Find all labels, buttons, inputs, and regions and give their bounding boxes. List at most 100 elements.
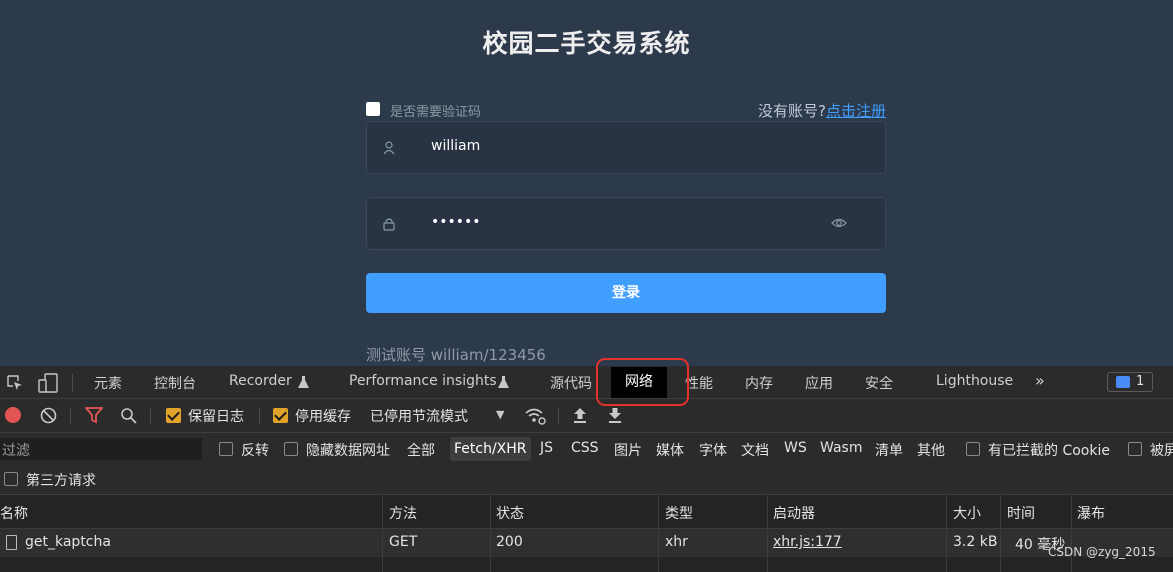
captcha-row: 是否需要验证码 没有账号?点击注册 — [366, 100, 886, 120]
filter-placeholder: 过滤 — [2, 443, 30, 459]
disable-cache-checkbox[interactable] — [273, 408, 288, 423]
third-party-checkbox[interactable] — [4, 472, 18, 486]
separator — [558, 407, 559, 425]
user-icon — [383, 141, 395, 155]
hide-data-urls-label: 隐藏数据网址 — [306, 443, 390, 459]
filter-icon[interactable] — [85, 407, 103, 424]
disable-cache-label: 停用缓存 — [295, 409, 351, 425]
register-prompt: 没有账号?点击注册 — [758, 100, 886, 121]
request-name[interactable]: get_kaptcha — [25, 534, 111, 550]
tab-performance[interactable]: 性能 — [685, 373, 713, 393]
column-header-status[interactable]: 状态 — [496, 503, 524, 523]
register-link[interactable]: 点击注册 — [826, 102, 886, 120]
document-icon — [6, 535, 17, 550]
column-divider[interactable] — [767, 495, 768, 572]
request-initiator-link[interactable]: xhr.js:177 — [773, 534, 842, 550]
issues-badge[interactable]: 1 — [1107, 372, 1153, 392]
separator — [150, 407, 151, 425]
column-header-initiator[interactable]: 启动器 — [773, 503, 815, 523]
tab-memory[interactable]: 内存 — [745, 373, 773, 393]
search-icon[interactable] — [120, 407, 138, 425]
blocked-requests-checkbox[interactable] — [1128, 442, 1142, 456]
tab-console[interactable]: 控制台 — [154, 373, 196, 393]
chevron-down-icon[interactable]: ▼ — [496, 408, 504, 421]
flask-icon — [298, 376, 309, 388]
filter-type-other[interactable]: 其他 — [917, 440, 945, 460]
table-row[interactable]: get_kaptcha GET 200 xhr xhr.js:177 3.2 k… — [0, 529, 1173, 557]
column-header-waterfall[interactable]: 瀑布 — [1077, 503, 1105, 523]
watermark: CSDN @zyg_2015 — [1048, 545, 1156, 559]
record-icon[interactable] — [5, 407, 21, 423]
network-tab-highlight — [596, 358, 689, 406]
filter-type-img[interactable]: 图片 — [614, 440, 642, 460]
flask-icon — [498, 376, 509, 388]
tab-sources[interactable]: 源代码 — [550, 373, 592, 393]
column-divider[interactable] — [946, 495, 947, 572]
column-divider[interactable] — [490, 495, 491, 572]
network-toolbar: 保留日志 停用缓存 已停用节流模式 ▼ — [0, 399, 1173, 433]
login-page: 校园二手交易系统 是否需要验证码 没有账号?点击注册 william •••••… — [0, 0, 1173, 366]
column-header-type[interactable]: 类型 — [665, 503, 693, 523]
no-account-text: 没有账号? — [758, 102, 826, 120]
page-title: 校园二手交易系统 — [482, 29, 691, 58]
preserve-log-checkbox[interactable] — [166, 408, 181, 423]
tab-recorder[interactable]: Recorder — [229, 373, 292, 389]
clear-icon[interactable] — [40, 407, 57, 424]
column-header-method[interactable]: 方法 — [389, 503, 417, 523]
request-table: 名称 方法 状态 类型 启动器 大小 时间 瀑布 get_kaptcha GET… — [0, 495, 1173, 572]
filter-type-fetch-xhr[interactable]: Fetch/XHR — [450, 437, 531, 461]
separator — [70, 407, 71, 425]
password-field[interactable]: •••••• — [366, 197, 886, 250]
column-header-time[interactable]: 时间 — [1007, 503, 1035, 523]
hide-data-urls-checkbox[interactable] — [284, 442, 298, 456]
throttling-select[interactable]: 已停用节流模式 — [370, 406, 468, 426]
test-account-hint: 测试账号 william/123456 — [366, 346, 546, 364]
request-type: xhr — [665, 534, 688, 550]
login-button[interactable]: 登录 — [366, 273, 886, 313]
filter-type-all[interactable]: 全部 — [407, 440, 435, 460]
inspect-element-icon[interactable] — [5, 373, 25, 393]
filter-type-css[interactable]: CSS — [571, 440, 599, 456]
filter-input[interactable]: 过滤 — [0, 438, 202, 460]
network-conditions-icon[interactable] — [524, 407, 546, 425]
table-header: 名称 方法 状态 类型 启动器 大小 时间 瀑布 — [0, 495, 1173, 529]
download-icon[interactable] — [608, 407, 622, 424]
captcha-checkbox[interactable] — [366, 102, 380, 116]
third-party-row: 第三方请求 — [0, 466, 1173, 495]
column-divider[interactable] — [1071, 495, 1072, 572]
tab-security[interactable]: 安全 — [865, 373, 893, 393]
column-divider[interactable] — [382, 495, 383, 572]
column-divider[interactable] — [1000, 495, 1001, 572]
blocked-cookies-checkbox[interactable] — [966, 442, 980, 456]
filter-type-doc[interactable]: 文档 — [741, 440, 769, 460]
third-party-label: 第三方请求 — [26, 473, 96, 489]
tab-lighthouse[interactable]: Lighthouse — [936, 373, 1013, 389]
request-status: 200 — [496, 534, 523, 550]
device-toolbar-icon[interactable] — [37, 372, 59, 394]
filter-type-manifest[interactable]: 清单 — [875, 440, 903, 460]
tab-performance-insights[interactable]: Performance insights — [349, 373, 497, 389]
column-header-name[interactable]: 名称 — [0, 503, 28, 523]
filter-type-media[interactable]: 媒体 — [656, 440, 684, 460]
invert-checkbox[interactable] — [219, 442, 233, 456]
issues-count: 1 — [1136, 374, 1145, 389]
tab-elements[interactable]: 元素 — [94, 373, 122, 393]
filter-type-js[interactable]: JS — [540, 440, 553, 456]
separator — [72, 374, 73, 392]
filter-type-wasm[interactable]: Wasm — [820, 440, 862, 456]
username-field[interactable]: william — [366, 121, 886, 174]
captcha-label: 是否需要验证码 — [390, 105, 482, 120]
column-divider[interactable] — [658, 495, 659, 572]
filter-type-font[interactable]: 字体 — [699, 440, 727, 460]
filter-type-ws[interactable]: WS — [784, 440, 807, 456]
column-header-size[interactable]: 大小 — [953, 503, 981, 523]
tab-application[interactable]: 应用 — [805, 373, 833, 393]
message-icon — [1116, 376, 1130, 388]
more-tabs-icon[interactable]: » — [1035, 371, 1045, 390]
password-value: •••••• — [431, 214, 481, 230]
separator — [259, 407, 260, 425]
upload-icon[interactable] — [573, 407, 587, 424]
eye-icon[interactable] — [831, 216, 847, 230]
filter-bar: 过滤 反转 隐藏数据网址 全部 Fetch/XHR JS CSS 图片 媒体 字… — [0, 433, 1173, 466]
preserve-log-label: 保留日志 — [188, 409, 244, 425]
